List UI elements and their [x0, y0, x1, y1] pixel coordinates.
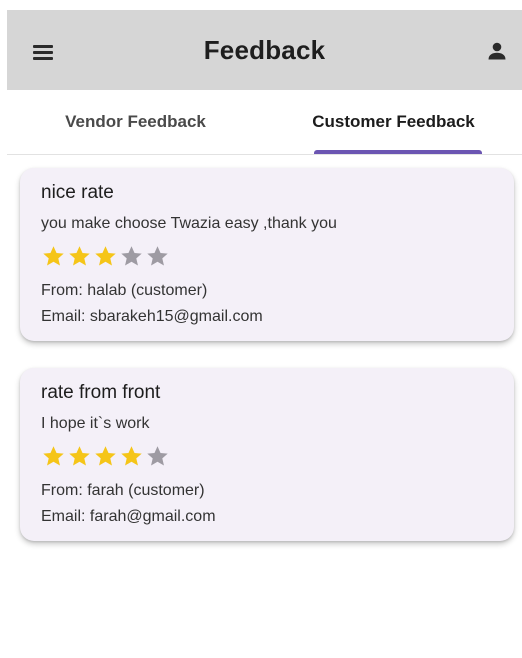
person-icon[interactable] [485, 39, 509, 63]
feedback-email: Email: sbarakeh15@gmail.com [41, 308, 263, 325]
star-filled-icon [43, 446, 64, 466]
star-rating [41, 244, 170, 270]
star-filled-icon [95, 246, 116, 266]
tab-bar: Vendor Feedback Customer Feedback [7, 90, 522, 155]
star-filled-icon [121, 446, 142, 466]
star-empty-icon [147, 446, 168, 466]
status-bar [0, 0, 522, 10]
menu-icon-line [33, 45, 53, 48]
feedback-title: nice rate [41, 182, 114, 203]
feedback-card[interactable]: nice rate you make choose Twazia easy ,t… [20, 168, 514, 341]
app-bar: Feedback [7, 10, 522, 90]
page-title: Feedback [203, 34, 326, 65]
star-filled-icon [43, 246, 64, 266]
feedback-message: you make choose Twazia easy ,thank you [41, 215, 337, 232]
star-empty-icon [147, 246, 168, 266]
active-tab-indicator [314, 150, 482, 154]
feedback-from: From: halab (customer) [41, 282, 208, 299]
star-rating [41, 444, 170, 470]
star-filled-icon [95, 446, 116, 466]
menu-icon[interactable] [33, 42, 57, 60]
tab-customer-feedback[interactable]: Customer Feedback [265, 90, 522, 153]
star-filled-icon [69, 246, 90, 266]
menu-icon-line [33, 57, 53, 60]
feedback-screen: Feedback Vendor Feedback Customer Feedba… [0, 0, 522, 658]
feedback-email: Email: farah@gmail.com [41, 508, 216, 525]
menu-icon-line [33, 51, 53, 54]
star-empty-icon [121, 246, 142, 266]
star-filled-icon [69, 446, 90, 466]
feedback-card[interactable]: rate from front I hope it`s work From: f… [20, 368, 514, 541]
feedback-title: rate from front [41, 382, 161, 403]
feedback-from: From: farah (customer) [41, 482, 205, 499]
feedback-message: I hope it`s work [41, 415, 150, 432]
tab-vendor-feedback[interactable]: Vendor Feedback [7, 90, 264, 153]
